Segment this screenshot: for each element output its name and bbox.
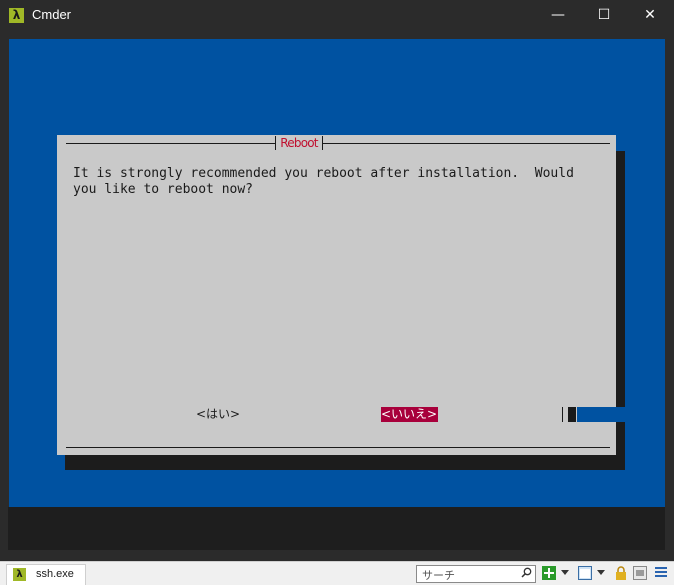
minimize-button[interactable]: — [535,0,581,31]
window-title: Cmder [32,7,72,22]
dialog-title-box: Reboot [275,136,323,150]
dialog-message: It is strongly recommended you reboot af… [73,166,574,197]
console-corner [657,535,665,550]
status-bar: λ ssh.exe サーチ [0,561,674,585]
tab-label: ssh.exe [36,568,74,580]
cmder-lambda-icon: λ [9,8,24,23]
lock-icon[interactable] [614,566,628,580]
search-field[interactable]: サーチ [416,565,536,583]
console-bottom-band [8,507,665,550]
title-bar: λ Cmder — ☐ ✕ [0,0,674,31]
dialog-shadow-right [616,151,625,470]
split-icon[interactable] [578,566,592,580]
dialog-shadow-bottom [65,455,625,470]
console-tab[interactable]: λ ssh.exe [6,564,86,585]
maximize-button[interactable]: ☐ [581,0,627,31]
cmder-lambda-icon: λ [13,568,26,581]
dialog-bottom-border [66,447,610,448]
dropdown-icon[interactable] [560,566,570,580]
terminal-cursor [568,407,576,422]
yes-button[interactable]: <はい> [196,407,240,422]
menu-icon[interactable] [654,566,668,580]
dialog-top-border [66,143,610,144]
close-button[interactable]: ✕ [627,0,673,31]
new-console-icon[interactable] [542,566,556,580]
search-placeholder: サーチ [422,569,455,582]
no-button[interactable]: <いいえ> [381,407,438,422]
search-icon[interactable] [521,567,532,581]
dialog-title: Reboot [280,136,318,150]
dialog-notch [616,135,625,151]
console-edge [577,407,625,422]
dropdown-icon[interactable] [596,566,606,580]
terminal-cursor-line [562,407,563,422]
settings-icon[interactable] [633,566,647,580]
